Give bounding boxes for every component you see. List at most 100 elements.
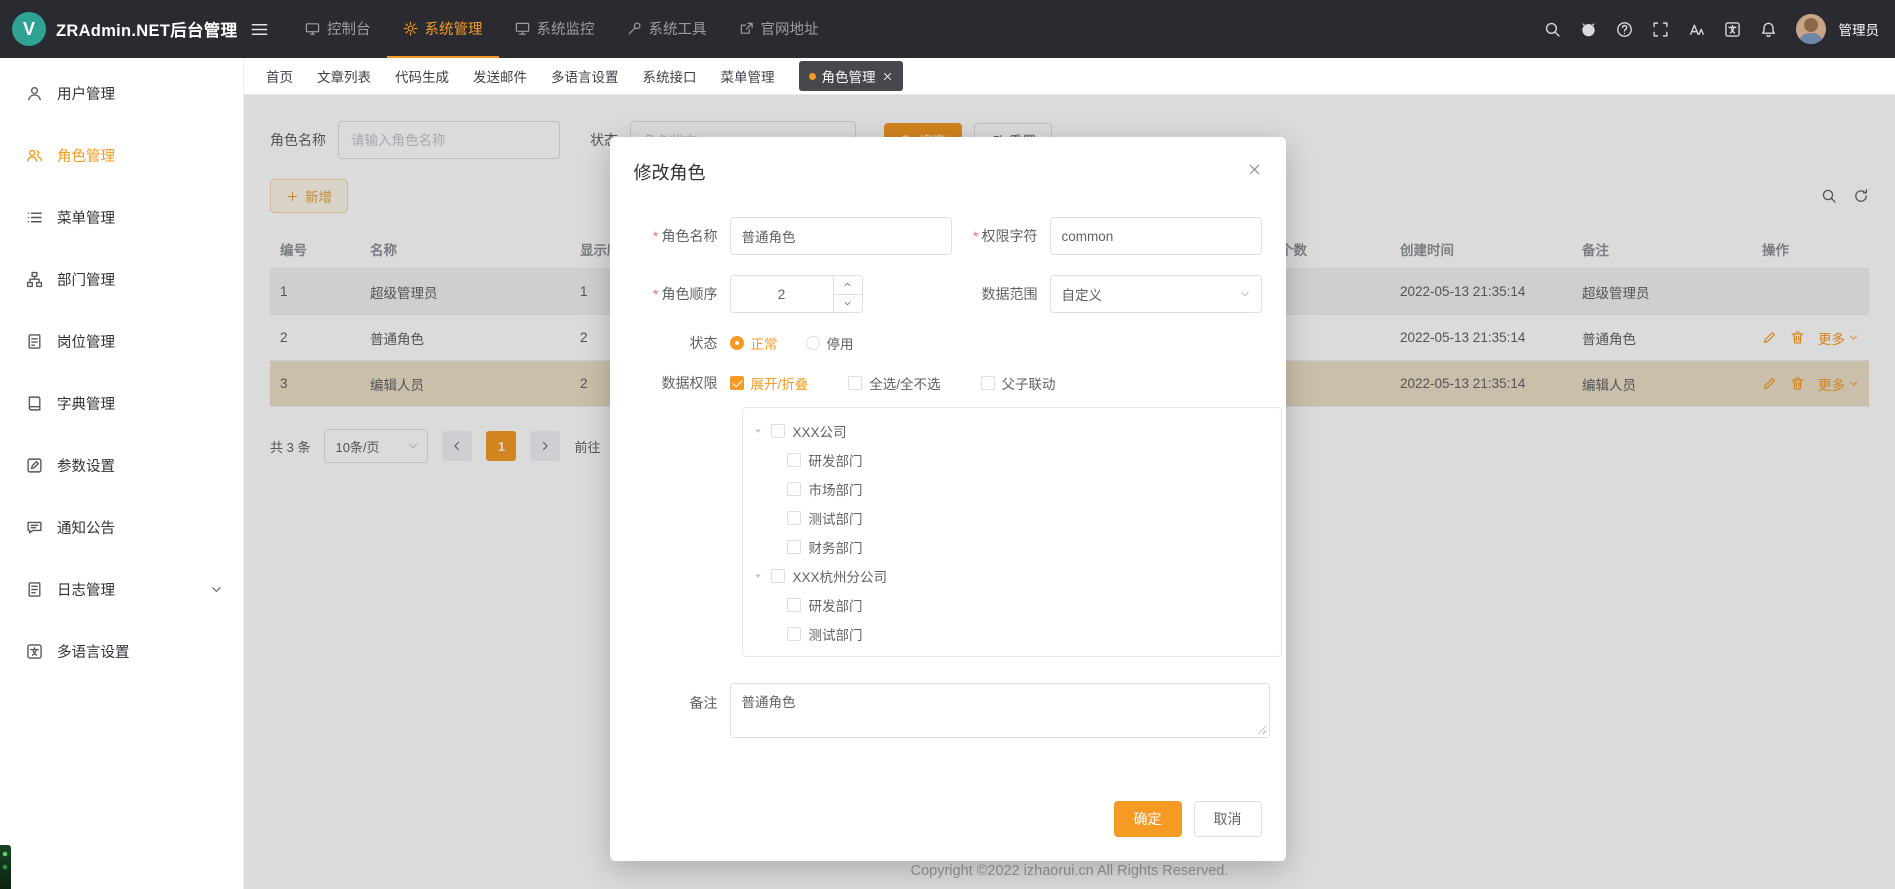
language-switch-button[interactable]: [1718, 14, 1748, 44]
sidebar-toggle-button[interactable]: [250, 20, 269, 39]
data-scope-select[interactable]: 自定义: [1050, 275, 1262, 313]
topnav-item[interactable]: 系统管理: [387, 0, 499, 58]
sidebar-item[interactable]: 岗位管理: [0, 310, 243, 372]
page-tab[interactable]: 发送邮件: [473, 66, 527, 86]
more-actions-button[interactable]: 更多: [1818, 374, 1859, 394]
edit-role-button[interactable]: [1762, 376, 1777, 391]
delete-role-button[interactable]: [1790, 376, 1805, 391]
perm-char-input[interactable]: [1050, 217, 1262, 255]
status-radio-group: 正常 停用: [730, 333, 854, 353]
role-name-filter-input[interactable]: [338, 121, 560, 159]
add-role-button[interactable]: 新增: [270, 179, 348, 213]
topnav-item[interactable]: 系统工具: [611, 0, 723, 58]
sidebar-item[interactable]: 用户管理: [0, 62, 243, 124]
page-tab[interactable]: 系统接口: [643, 66, 697, 86]
page-tab[interactable]: 文章列表: [317, 66, 371, 86]
page-tab[interactable]: 菜单管理: [721, 66, 775, 86]
arrow-left-icon: [451, 440, 463, 452]
tree-node-checkbox[interactable]: [787, 627, 801, 641]
more-actions-button[interactable]: 更多: [1818, 328, 1859, 348]
topnav-item[interactable]: 系统监控: [499, 0, 611, 58]
tree-expand-caret[interactable]: [751, 426, 765, 436]
sidebar-item[interactable]: 字典管理: [0, 372, 243, 434]
tree-node-checkbox[interactable]: [787, 511, 801, 525]
sidebar-item[interactable]: 菜单管理: [0, 186, 243, 248]
sidebar-item[interactable]: 多语言设置: [0, 620, 243, 682]
perm-toggle-checkbox[interactable]: 父子联动: [981, 373, 1056, 393]
remark-textarea[interactable]: 普通角色: [730, 683, 1270, 738]
tree-node[interactable]: 测试部门: [743, 503, 1281, 532]
font-size-button[interactable]: [1682, 14, 1712, 44]
role-order-input[interactable]: [731, 276, 833, 312]
tree-node-checkbox[interactable]: [771, 569, 785, 583]
cancel-button[interactable]: 取消: [1194, 801, 1262, 837]
prev-page-button[interactable]: [442, 431, 472, 461]
stepper-decrease-button[interactable]: [834, 295, 862, 313]
search-icon: [1821, 188, 1837, 204]
badge-icon: [26, 333, 43, 350]
column-header: 操作: [1752, 239, 1869, 259]
dialog-close-button[interactable]: [1247, 162, 1262, 177]
tree-node-checkbox[interactable]: [787, 540, 801, 554]
perm-toggle-checkbox[interactable]: 全选/全不选: [848, 373, 940, 393]
edit-icon: [1762, 330, 1777, 345]
page-tab[interactable]: 首页: [266, 66, 293, 86]
delete-role-button[interactable]: [1790, 330, 1805, 345]
status-radio[interactable]: 正常: [730, 333, 778, 353]
page-tab[interactable]: 代码生成: [395, 66, 449, 86]
page-size-select[interactable]: 10条/页: [324, 429, 428, 463]
sidebar-item[interactable]: 部门管理: [0, 248, 243, 310]
current-page-button[interactable]: 1: [486, 431, 516, 461]
tree-node-label: XXX杭州分公司: [793, 566, 888, 586]
page-tab[interactable]: 多语言设置: [551, 66, 619, 86]
perm-toggle-checkbox[interactable]: 展开/折叠: [730, 373, 809, 393]
app-title: ZRAdmin.NET后台管理: [56, 17, 237, 41]
sidebar-item[interactable]: 日志管理: [0, 558, 243, 620]
roles-icon: [26, 147, 43, 164]
next-page-button[interactable]: [530, 431, 560, 461]
header-search-button[interactable]: [1538, 14, 1568, 44]
table-search-toggle-button[interactable]: [1821, 188, 1837, 204]
sidebar-item[interactable]: 参数设置: [0, 434, 243, 496]
sidebar-item-label: 菜单管理: [57, 207, 115, 228]
tree-node[interactable]: 市场部门: [743, 474, 1281, 503]
github-link[interactable]: [1574, 14, 1604, 44]
notifications-button[interactable]: [1754, 14, 1784, 44]
tree-node[interactable]: 研发部门: [743, 445, 1281, 474]
tree-node-checkbox[interactable]: [787, 598, 801, 612]
role-order-label: *角色顺序: [634, 284, 730, 304]
topnav-item[interactable]: 控制台: [289, 0, 387, 58]
trash-icon: [1790, 330, 1805, 345]
user-name[interactable]: 管理员: [1839, 19, 1880, 39]
tree-node-checkbox[interactable]: [771, 424, 785, 438]
more-actions-label: 更多: [1818, 328, 1845, 348]
tree-node[interactable]: 测试部门: [743, 619, 1281, 648]
topnav-item[interactable]: 官网地址: [723, 0, 835, 58]
cell-id: 3: [270, 376, 360, 391]
stepper-increase-button[interactable]: [834, 276, 862, 295]
status-radio[interactable]: 停用: [806, 333, 854, 353]
role-name-label-text: 角色名称: [662, 228, 718, 244]
tree-node[interactable]: XXX公司: [743, 416, 1281, 445]
fullscreen-button[interactable]: [1646, 14, 1676, 44]
sidebar-item[interactable]: 通知公告: [0, 496, 243, 558]
tree-node[interactable]: XXX杭州分公司: [743, 561, 1281, 590]
user-avatar[interactable]: [1796, 14, 1826, 44]
confirm-button[interactable]: 确定: [1114, 801, 1182, 837]
help-button[interactable]: [1610, 14, 1640, 44]
close-tab-button[interactable]: [882, 71, 893, 82]
table-refresh-button[interactable]: [1853, 188, 1869, 204]
user-icon: [26, 85, 43, 102]
tree-expand-caret[interactable]: [751, 571, 765, 581]
role-name-input[interactable]: [730, 217, 952, 255]
tree-node-checkbox[interactable]: [787, 453, 801, 467]
table-tools: [1821, 188, 1869, 204]
edit-role-button[interactable]: [1762, 330, 1777, 345]
active-tab-dot: [809, 73, 816, 80]
tree-node-checkbox[interactable]: [787, 482, 801, 496]
page-tab[interactable]: 角色管理: [799, 61, 903, 91]
sidebar-item[interactable]: 角色管理: [0, 124, 243, 186]
tree-node[interactable]: 研发部门: [743, 590, 1281, 619]
column-header: 名称: [360, 239, 570, 259]
tree-node[interactable]: 财务部门: [743, 532, 1281, 561]
